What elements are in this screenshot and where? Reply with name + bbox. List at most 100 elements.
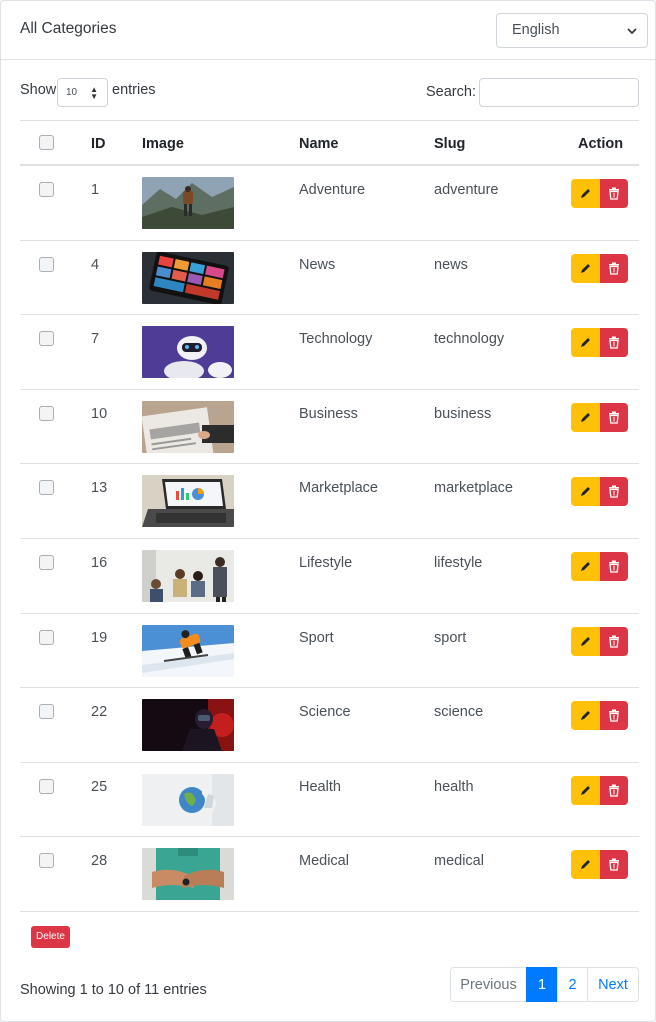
row-checkbox[interactable] — [39, 629, 54, 645]
trash-icon — [609, 560, 619, 573]
edit-button[interactable] — [571, 477, 600, 507]
row-name: Marketplace — [299, 480, 378, 497]
page-title: All Categories — [20, 20, 117, 37]
trash-icon — [609, 336, 619, 349]
table-row: 19 Sport sport — [20, 614, 639, 689]
row-name: News — [299, 256, 336, 273]
delete-button[interactable] — [600, 551, 628, 581]
row-name: Medical — [299, 853, 349, 870]
pencil-icon — [581, 636, 590, 646]
category-image — [142, 848, 234, 901]
next-page-button[interactable]: Next — [587, 967, 639, 1002]
column-header-slug[interactable]: Slug — [434, 136, 465, 152]
column-header-name[interactable]: Name — [299, 136, 339, 152]
row-slug: adventure — [434, 182, 499, 198]
delete-button[interactable] — [600, 701, 628, 731]
edit-button[interactable] — [571, 402, 600, 432]
category-image — [142, 177, 234, 229]
row-id: 22 — [91, 704, 108, 721]
pencil-icon — [581, 487, 590, 497]
entries-label: entries — [112, 82, 156, 98]
page-size-select[interactable]: 10 ▲ ▼ — [57, 78, 108, 107]
delete-button[interactable] — [600, 328, 628, 358]
updown-icon: ▲ ▼ — [90, 85, 98, 101]
row-checkbox[interactable] — [39, 256, 54, 272]
delete-button[interactable] — [600, 477, 628, 507]
trash-icon — [609, 262, 619, 275]
row-checkbox[interactable] — [39, 778, 54, 794]
row-id: 25 — [91, 778, 108, 795]
category-image — [142, 475, 234, 528]
trash-icon — [609, 187, 619, 200]
delete-button[interactable] — [600, 775, 628, 805]
table-row: 25 Health health — [20, 763, 639, 838]
edit-button[interactable] — [571, 626, 600, 656]
category-image — [142, 699, 234, 752]
row-checkbox[interactable] — [39, 480, 54, 496]
row-checkbox[interactable] — [39, 182, 54, 197]
edit-button[interactable] — [571, 253, 600, 283]
row-slug: science — [434, 704, 484, 721]
row-slug: news — [434, 256, 468, 273]
category-image — [142, 624, 234, 677]
row-name: Science — [299, 704, 351, 721]
row-slug: lifestyle — [434, 554, 483, 571]
edit-button[interactable] — [571, 328, 600, 358]
row-name: Business — [299, 405, 358, 422]
column-header-action: Action — [578, 136, 624, 152]
table-row: 4 News news — [20, 241, 639, 316]
row-name: Sport — [299, 629, 334, 646]
select-all-checkbox[interactable] — [39, 135, 54, 150]
row-checkbox[interactable] — [39, 554, 54, 570]
trash-icon — [609, 709, 619, 722]
table-header: ID Image Name Slug Action — [20, 120, 639, 166]
delete-button[interactable] — [600, 402, 628, 432]
trash-icon — [609, 858, 619, 871]
edit-button[interactable] — [571, 775, 600, 805]
category-image — [142, 326, 234, 379]
row-checkbox[interactable] — [39, 405, 54, 421]
delete-button[interactable] — [600, 253, 628, 283]
delete-button[interactable] — [600, 850, 628, 880]
table-controls: Show 10 ▲ ▼ entries Search: — [1, 60, 656, 120]
row-slug: health — [434, 778, 474, 795]
row-slug: business — [434, 405, 492, 422]
page-2-button[interactable]: 2 — [557, 967, 588, 1002]
pencil-icon — [581, 785, 590, 795]
pencil-icon — [581, 860, 590, 870]
pencil-icon — [581, 711, 590, 721]
search-input[interactable] — [479, 78, 639, 107]
categories-card: All Categories English Show 10 ▲ ▼ entrie… — [0, 0, 656, 1022]
edit-button[interactable] — [571, 850, 600, 880]
card-header: All Categories English — [1, 1, 655, 60]
page-1-button[interactable]: 1 — [526, 967, 558, 1002]
bulk-delete-button[interactable]: Delete — [31, 926, 70, 948]
row-id: 10 — [91, 405, 108, 422]
row-name: Health — [299, 778, 341, 795]
row-checkbox[interactable] — [39, 331, 54, 347]
pencil-icon — [581, 189, 590, 198]
row-slug: sport — [434, 629, 467, 646]
row-id: 16 — [91, 554, 108, 571]
language-select[interactable]: English — [496, 13, 648, 48]
edit-button[interactable] — [571, 551, 600, 581]
row-id: 19 — [91, 629, 108, 646]
trash-icon — [609, 784, 619, 797]
column-header-id[interactable]: ID — [91, 136, 106, 152]
row-name: Adventure — [299, 182, 366, 198]
row-checkbox[interactable] — [39, 704, 54, 720]
column-header-image[interactable]: Image — [142, 136, 184, 152]
row-checkbox[interactable] — [39, 853, 54, 869]
edit-button[interactable] — [571, 179, 600, 208]
previous-page-button[interactable]: Previous — [450, 967, 527, 1002]
trash-icon — [609, 411, 619, 424]
table-row: 16 Lifestyle lifestyle — [20, 539, 639, 614]
delete-button[interactable] — [600, 179, 628, 208]
table-row: 13 Marketplace marketplace — [20, 464, 639, 539]
delete-button[interactable] — [600, 626, 628, 656]
categories-table: ID Image Name Slug Action 1 Adventure ad… — [20, 120, 639, 912]
edit-button[interactable] — [571, 701, 600, 731]
category-image — [142, 251, 234, 304]
table-row: 28 Medical medical — [20, 837, 639, 912]
category-image — [142, 549, 234, 602]
